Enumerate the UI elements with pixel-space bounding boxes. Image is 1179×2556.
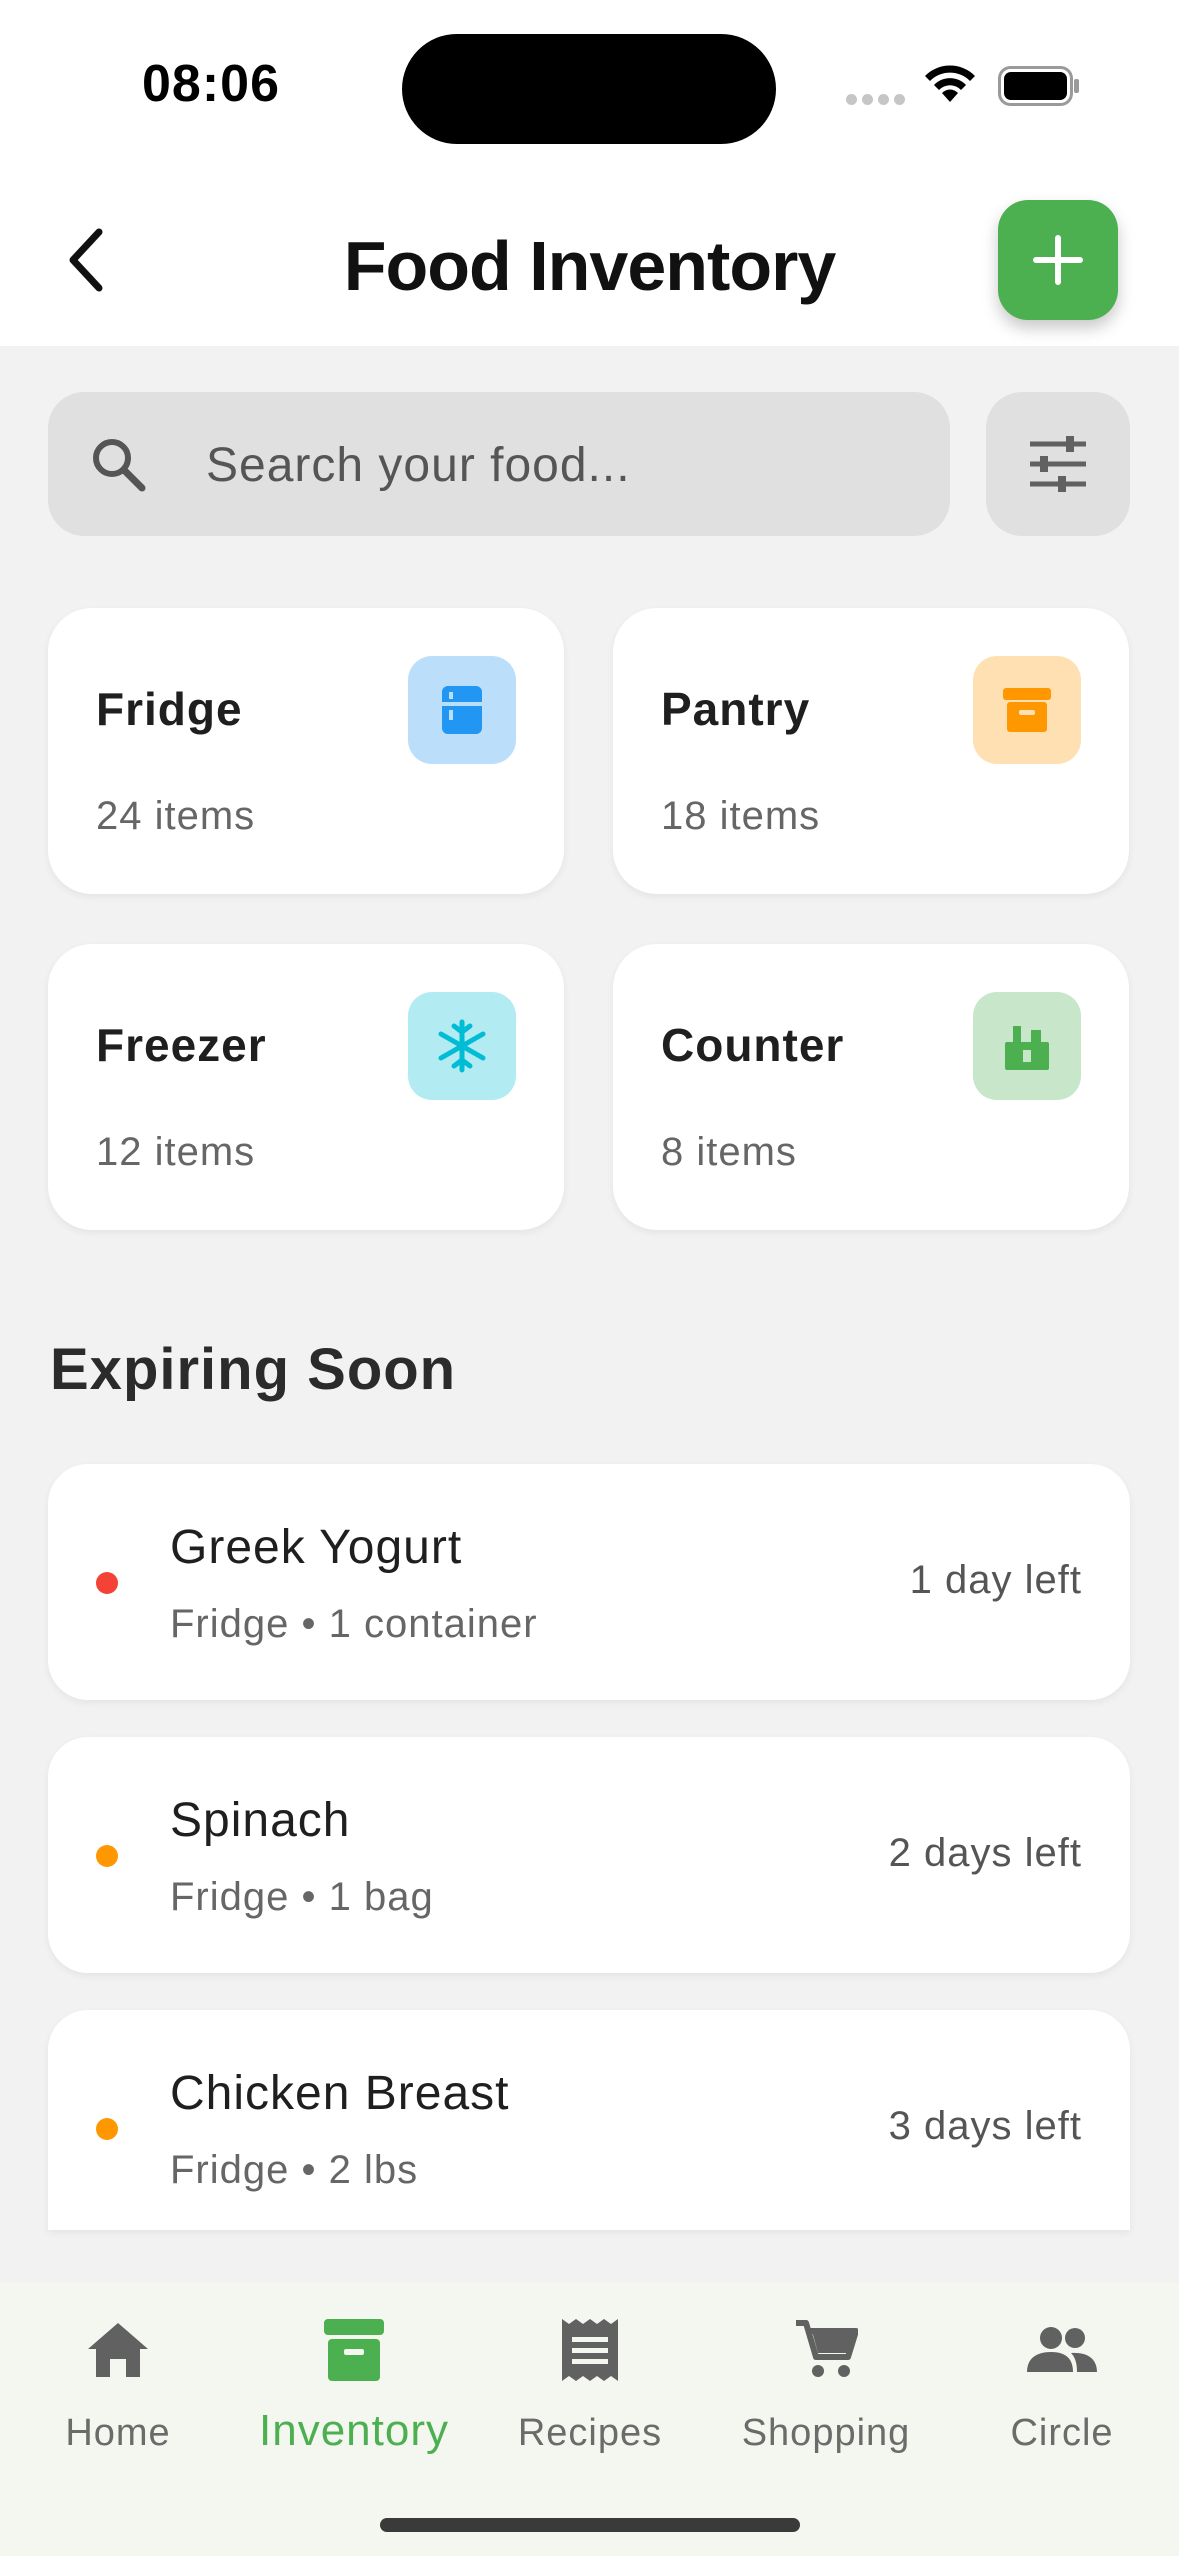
cellular-signal-icon <box>846 94 906 106</box>
nav-label: Home <box>65 2412 171 2454</box>
search-bar[interactable] <box>48 392 950 536</box>
nav-label: Inventory <box>259 2406 449 2455</box>
nav-label: Recipes <box>517 2412 663 2454</box>
home-indicator[interactable] <box>380 2518 800 2532</box>
people-icon <box>1027 2327 1097 2372</box>
storage-card-fridge[interactable]: Fridge 24 items <box>48 608 564 894</box>
status-bar: 08:06 <box>0 0 1179 180</box>
item-name: Greek Yogurt <box>170 1521 463 1574</box>
nav-label: Circle <box>1010 2412 1114 2454</box>
search-input[interactable] <box>204 422 908 508</box>
battery-icon <box>998 66 1079 106</box>
status-time: 08:06 <box>142 55 280 113</box>
add-item-button[interactable] <box>998 200 1118 320</box>
nav-item-shopping[interactable]: Shopping <box>708 2302 944 2462</box>
item-detail: Fridge • 1 bag <box>170 1875 434 1919</box>
item-detail: Fridge • 2 lbs <box>170 2148 419 2192</box>
expiring-item[interactable]: Chicken Breast Fridge • 2 lbs 3 days lef… <box>48 2010 1130 2230</box>
section-title-expiring: Expiring Soon <box>50 1337 457 1402</box>
urgency-dot <box>96 1572 118 1594</box>
item-name: Spinach <box>170 1794 351 1847</box>
storage-name: Pantry <box>661 683 811 735</box>
storage-card-pantry[interactable]: Pantry 18 items <box>613 608 1129 894</box>
storage-name: Counter <box>661 1019 845 1071</box>
storage-count: 8 items <box>661 1130 797 1174</box>
archive-box-icon <box>973 656 1081 764</box>
sliders-icon <box>1030 436 1086 492</box>
wifi-icon <box>925 65 975 102</box>
fridge-icon <box>408 656 516 764</box>
urgency-dot <box>96 1845 118 1867</box>
dynamic-island <box>402 34 776 144</box>
days-left: 1 day left <box>909 1558 1082 1602</box>
expiring-item[interactable]: Greek Yogurt Fridge • 1 container 1 day … <box>48 1464 1130 1700</box>
nav-item-recipes[interactable]: Recipes <box>472 2302 708 2462</box>
app-header: Food Inventory <box>0 180 1179 346</box>
item-name: Chicken Breast <box>170 2067 510 2120</box>
expiring-item[interactable]: Spinach Fridge • 1 bag 2 days left <box>48 1737 1130 1973</box>
storage-count: 24 items <box>96 794 256 838</box>
plus-icon <box>1033 235 1083 285</box>
cart-icon <box>796 2320 858 2377</box>
item-detail: Fridge • 1 container <box>170 1602 538 1646</box>
storage-count: 18 items <box>661 794 821 838</box>
countertop-icon <box>973 992 1081 1100</box>
days-left: 2 days left <box>888 1831 1082 1875</box>
nav-item-home[interactable]: Home <box>0 2302 236 2462</box>
bottom-nav: Home Inventory Recipes Shopping Circle <box>0 2282 1179 2556</box>
search-icon <box>93 439 146 492</box>
storage-name: Fridge <box>96 683 243 735</box>
nav-item-inventory[interactable]: Inventory <box>236 2302 472 2462</box>
days-left: 3 days left <box>888 2104 1082 2148</box>
storage-count: 12 items <box>96 1130 256 1174</box>
storage-name: Freezer <box>96 1019 267 1071</box>
storage-card-freezer[interactable]: Freezer 12 items <box>48 944 564 1230</box>
storage-card-counter[interactable]: Counter 8 items <box>613 944 1129 1230</box>
nav-label: Shopping <box>741 2412 911 2454</box>
filter-button[interactable] <box>986 392 1130 536</box>
nav-item-circle[interactable]: Circle <box>944 2302 1179 2462</box>
snowflake-icon <box>408 992 516 1100</box>
receipt-icon <box>562 2319 618 2381</box>
home-icon <box>88 2323 148 2377</box>
urgency-dot <box>96 2118 118 2140</box>
inventory-icon <box>324 2319 384 2381</box>
